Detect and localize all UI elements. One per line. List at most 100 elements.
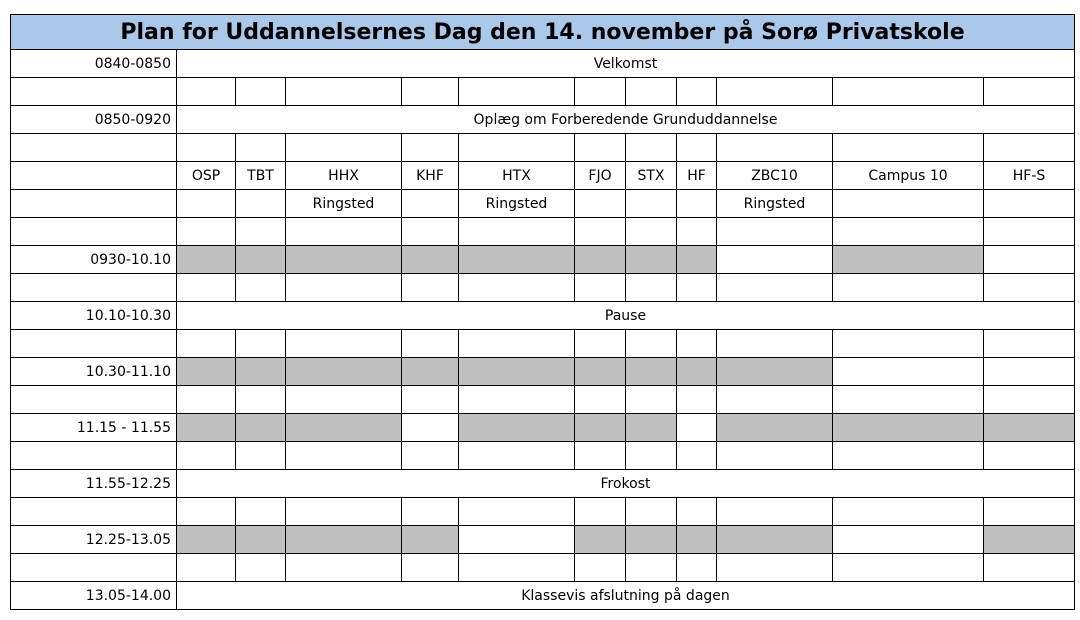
- empty-cell: [676, 273, 717, 302]
- empty-cell: [176, 497, 236, 526]
- time-cell: [10, 553, 177, 582]
- session-cell-shaded: [176, 245, 236, 274]
- time-cell: [10, 441, 177, 470]
- location-cell: [625, 189, 677, 218]
- empty-cell: [574, 77, 626, 106]
- session-cell-shaded: [458, 357, 575, 386]
- empty-cell: [983, 273, 1075, 302]
- schedule-row: OSP TBT HHX KHF HTX FJO STX HF ZBC10 Campus 10 HF-…: [10, 161, 1075, 190]
- empty-cell: [716, 217, 833, 246]
- column-header: HF: [676, 161, 717, 190]
- empty-cell: [401, 385, 459, 414]
- empty-cell: [676, 217, 717, 246]
- column-header: HTX: [458, 161, 575, 190]
- session-cell-shaded: [235, 245, 286, 274]
- session-cell-shaded: [574, 245, 626, 274]
- session-cell-shaded: [176, 525, 236, 554]
- empty-cell: [458, 273, 575, 302]
- empty-cell: [285, 133, 402, 162]
- empty-cell: [235, 385, 286, 414]
- column-header: Campus 10: [832, 161, 984, 190]
- empty-cell: [235, 217, 286, 246]
- empty-cell: [458, 133, 575, 162]
- empty-cell: [176, 329, 236, 358]
- event-label: Klassevis afslutning på dagen: [176, 581, 1075, 610]
- time-cell: [10, 273, 177, 302]
- empty-cell: [983, 357, 1075, 386]
- empty-cell: [176, 273, 236, 302]
- schedule-sheet: Plan for Uddannelsernes Dag den 14. nove…: [10, 14, 1075, 610]
- session-cell-shaded: [176, 413, 236, 442]
- session-cell-shaded: [401, 525, 459, 554]
- event-label: Pause: [176, 301, 1075, 330]
- empty-cell: [401, 441, 459, 470]
- session-cell-shaded: [235, 525, 286, 554]
- session-cell-shaded: [983, 525, 1075, 554]
- location-cell: [235, 189, 286, 218]
- time-cell: 12.25-13.05: [10, 525, 177, 554]
- empty-cell: [716, 553, 833, 582]
- schedule-row: [10, 273, 1075, 302]
- empty-cell: [716, 329, 833, 358]
- session-cell-shaded: [235, 357, 286, 386]
- session-cell-shaded: [625, 525, 677, 554]
- empty-cell: [832, 385, 984, 414]
- session-cell-shaded: [676, 357, 717, 386]
- column-header: TBT: [235, 161, 286, 190]
- empty-cell: [285, 497, 402, 526]
- location-cell: [676, 189, 717, 218]
- empty-cell: [832, 329, 984, 358]
- empty-cell: [401, 217, 459, 246]
- session-cell-shaded: [716, 413, 833, 442]
- time-cell: [10, 385, 177, 414]
- empty-cell: [574, 553, 626, 582]
- time-cell: [10, 497, 177, 526]
- empty-cell: [832, 497, 984, 526]
- empty-cell: [983, 329, 1075, 358]
- time-cell: [10, 189, 177, 218]
- empty-cell: [176, 77, 236, 106]
- empty-cell: [625, 273, 677, 302]
- empty-cell: [574, 441, 626, 470]
- schedule-row: 0840-0850 Velkomst: [10, 49, 1075, 78]
- event-label: Frokost: [176, 469, 1075, 498]
- schedule-row: [10, 441, 1075, 470]
- time-cell: 10.30-11.10: [10, 357, 177, 386]
- empty-cell: [401, 413, 459, 442]
- empty-cell: [574, 385, 626, 414]
- empty-cell: [574, 273, 626, 302]
- schedule-table: Plan for Uddannelsernes Dag den 14. nove…: [10, 14, 1075, 610]
- empty-cell: [832, 273, 984, 302]
- empty-cell: [716, 273, 833, 302]
- empty-cell: [285, 441, 402, 470]
- empty-cell: [625, 385, 677, 414]
- schedule-row: Ringsted Ringsted Ringsted: [10, 189, 1075, 218]
- session-cell-shaded: [574, 413, 626, 442]
- time-cell: 0930-10.10: [10, 245, 177, 274]
- empty-cell: [458, 497, 575, 526]
- empty-cell: [458, 329, 575, 358]
- session-cell-shaded: [285, 357, 402, 386]
- empty-cell: [832, 133, 984, 162]
- empty-cell: [676, 553, 717, 582]
- empty-cell: [832, 441, 984, 470]
- empty-cell: [676, 413, 717, 442]
- session-cell-shaded: [574, 357, 626, 386]
- empty-cell: [401, 77, 459, 106]
- empty-cell: [983, 497, 1075, 526]
- location-cell: Ringsted: [458, 189, 575, 218]
- empty-cell: [458, 77, 575, 106]
- session-cell-shaded: [625, 245, 677, 274]
- column-header: FJO: [574, 161, 626, 190]
- column-header: HF-S: [983, 161, 1075, 190]
- time-cell: 11.15 - 11.55: [10, 413, 177, 442]
- empty-cell: [235, 441, 286, 470]
- empty-cell: [285, 217, 402, 246]
- time-cell: 0850-0920: [10, 105, 177, 134]
- column-header: HHX: [285, 161, 402, 190]
- empty-cell: [832, 553, 984, 582]
- empty-cell: [716, 133, 833, 162]
- time-cell: 11.55-12.25: [10, 469, 177, 498]
- location-cell: [983, 189, 1075, 218]
- empty-cell: [401, 329, 459, 358]
